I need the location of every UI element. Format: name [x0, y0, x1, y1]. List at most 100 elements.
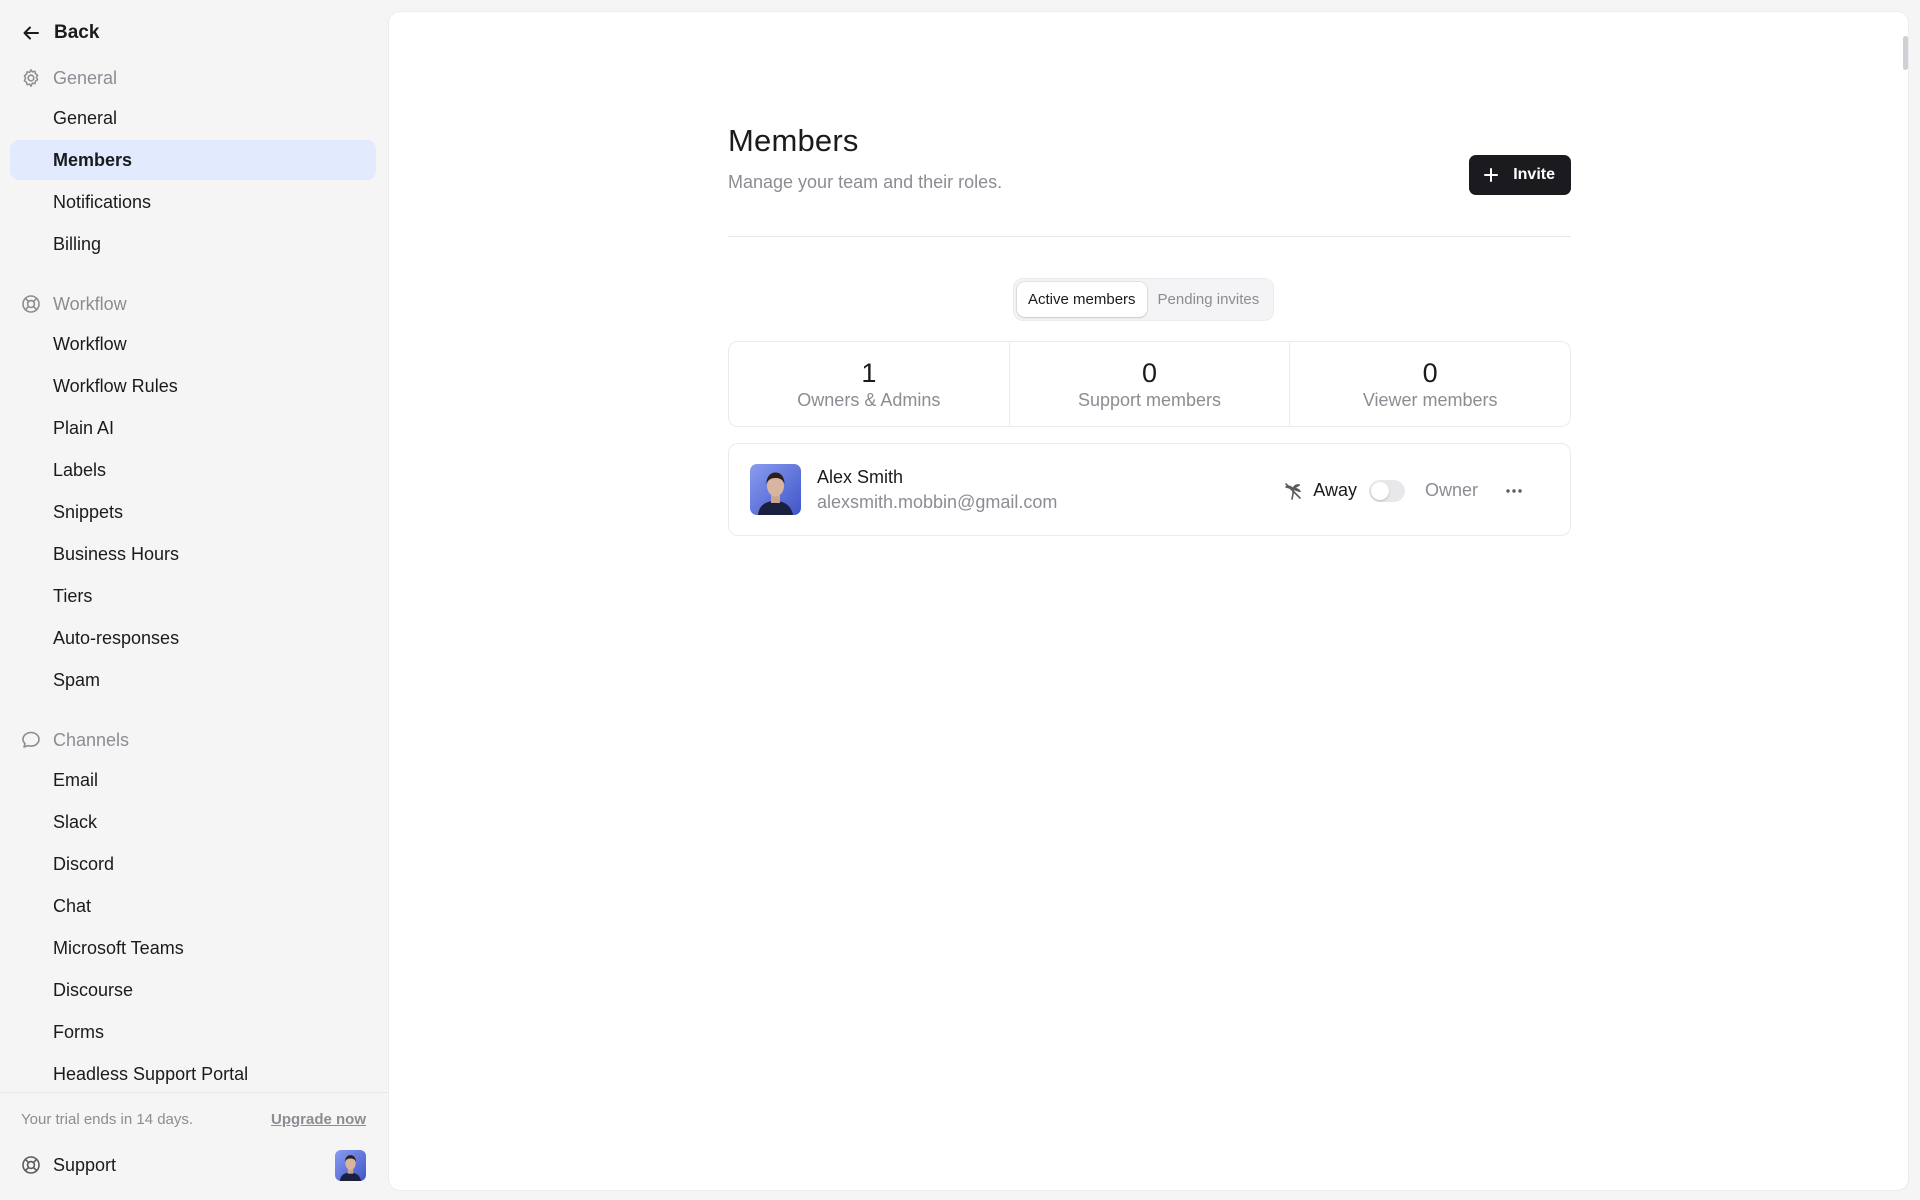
member-name: Alex Smith: [817, 466, 904, 487]
stat-value: 0: [1141, 357, 1158, 388]
role-selector[interactable]: Owner: [1425, 480, 1478, 501]
sidebar-item-workflow-rules[interactable]: Workflow Rules: [10, 366, 376, 406]
sidebar-item-label: Labels: [53, 459, 107, 480]
avatar-portrait-icon: [750, 464, 801, 515]
sidebar-item-label: Microsoft Teams: [53, 937, 184, 958]
sidebar-item-label: Workflow Rules: [53, 375, 178, 396]
invite-label: Invite: [1513, 166, 1555, 183]
stat-value: 1: [861, 357, 877, 388]
sidebar-item-notifications[interactable]: Notifications: [10, 182, 376, 222]
stat-label: Owners & Admins: [797, 389, 941, 410]
arrow-left-icon: [23, 26, 39, 40]
chat-bubble-icon: [22, 731, 40, 748]
toggle-knob: [1370, 481, 1389, 500]
sidebar-item-members[interactable]: Members: [10, 140, 376, 180]
group-title: General: [53, 67, 118, 88]
palm-tree-icon: [1285, 482, 1302, 500]
stat-owners-admins: 1 Owners & Admins: [729, 342, 1009, 426]
group-head-workflow: Workflow: [0, 288, 388, 320]
sidebar-item-label: Headless Support Portal: [53, 1063, 249, 1084]
gear-icon: [23, 69, 39, 87]
group-head-channels: Channels: [0, 724, 388, 756]
trial-text: Your trial ends in 14 days.: [21, 1110, 194, 1128]
sidebar-item-spam[interactable]: Spam: [10, 660, 376, 700]
back-button[interactable]: Back: [0, 22, 388, 44]
lifebuoy-icon: [22, 295, 40, 313]
sidebar-item-slack[interactable]: Slack: [10, 802, 376, 842]
sidebar-item-discord[interactable]: Discord: [10, 844, 376, 884]
main-panel: Members Manage your team and their roles…: [388, 11, 1909, 1191]
sidebar-item-plain-ai[interactable]: Plain AI: [10, 408, 376, 448]
sidebar-item-billing[interactable]: Billing: [10, 224, 376, 264]
support-label: Support: [53, 1154, 117, 1175]
member-stats: 1 Owners & Admins 0 Support members 0 Vi…: [728, 341, 1571, 427]
member-email: alexsmith.mobbin@gmail.com: [817, 491, 1058, 512]
member-info: Alex Smith alexsmith.mobbin@gmail.com: [817, 465, 1057, 515]
group-head-general: General: [0, 62, 388, 94]
member-tabs: Active members Pending invites: [1013, 278, 1275, 321]
stat-value: 0: [1422, 357, 1438, 388]
page-title: Members: [728, 123, 859, 158]
sidebar-item-label: Forms: [53, 1021, 104, 1042]
sidebar-item-label: Spam: [53, 669, 101, 690]
support-button[interactable]: Support: [21, 1155, 116, 1176]
more-options-button[interactable]: [1504, 481, 1524, 501]
sidebar-item-label: Discord: [53, 853, 115, 874]
support-row: Support: [0, 1145, 388, 1185]
sidebar-item-label: Tiers: [53, 585, 93, 606]
sidebar-item-label: Notifications: [53, 191, 152, 212]
sidebar-item-label: Discourse: [53, 979, 134, 1000]
trial-notice: Your trial ends in 14 days. Upgrade now: [0, 1093, 388, 1145]
avatar-portrait-icon: [335, 1149, 366, 1181]
sidebar-item-label: Billing: [53, 233, 102, 254]
sidebar-item-forms[interactable]: Forms: [10, 1012, 376, 1052]
sidebar-item-general[interactable]: General: [10, 98, 376, 138]
page-subtitle: Manage your team and their roles.: [728, 172, 1003, 192]
sidebar-footer: Your trial ends in 14 days. Upgrade now …: [0, 1092, 388, 1200]
lifebuoy-icon: [22, 1156, 40, 1174]
upgrade-now-link[interactable]: Upgrade now: [271, 1111, 366, 1128]
plus-icon: [1484, 168, 1499, 182]
invite-button[interactable]: Invite: [1469, 155, 1571, 195]
back-label: Back: [54, 22, 100, 43]
group-title: Workflow: [53, 293, 127, 314]
header-divider: [728, 236, 1571, 237]
member-avatar: [750, 464, 801, 515]
stat-label: Viewer members: [1362, 389, 1498, 410]
sidebar-item-snippets[interactable]: Snippets: [10, 492, 376, 532]
stat-viewer-members: 0 Viewer members: [1289, 342, 1570, 426]
sidebar-item-headless-support-portal[interactable]: Headless Support Portal: [10, 1054, 376, 1092]
user-avatar[interactable]: [335, 1149, 366, 1181]
group-title: Channels: [53, 729, 130, 750]
sidebar-item-label: Slack: [53, 811, 98, 832]
sidebar-item-label: Plain AI: [53, 417, 115, 438]
sidebar-item-auto-responses[interactable]: Auto-responses: [10, 618, 376, 658]
sidebar-item-label: Members: [53, 149, 133, 170]
sidebar-item-workflow[interactable]: Workflow: [10, 324, 376, 364]
away-label: Away: [1313, 480, 1357, 500]
member-controls: Away Owner: [1283, 444, 1524, 537]
settings-sidebar: Back General General Members Notificatio…: [0, 0, 388, 1200]
sidebar-item-microsoft-teams[interactable]: Microsoft Teams: [10, 928, 376, 968]
away-toggle[interactable]: [1368, 479, 1405, 502]
sidebar-item-tiers[interactable]: Tiers: [10, 576, 376, 616]
more-horizontal-icon: [1506, 488, 1522, 493]
sidebar-nav[interactable]: Back General General Members Notificatio…: [0, 0, 388, 1092]
sidebar-item-label: Snippets: [53, 501, 124, 522]
sidebar-item-label: General: [53, 107, 118, 128]
tab-active-members[interactable]: Active members: [1017, 282, 1147, 317]
member-row: Alex Smith alexsmith.mobbin@gmail.com Aw…: [728, 443, 1571, 536]
sidebar-item-label: Workflow: [53, 333, 127, 354]
sidebar-item-business-hours[interactable]: Business Hours: [10, 534, 376, 574]
sidebar-item-email[interactable]: Email: [10, 760, 376, 800]
sidebar-item-label: Email: [53, 769, 99, 790]
sidebar-item-label: Business Hours: [53, 543, 180, 564]
sidebar-item-label: Chat: [53, 895, 92, 916]
sidebar-item-labels[interactable]: Labels: [10, 450, 376, 490]
sidebar-item-chat[interactable]: Chat: [10, 886, 376, 926]
stat-support-members: 0 Support members: [1008, 342, 1290, 426]
stat-label: Support members: [1077, 389, 1222, 410]
sidebar-item-discourse[interactable]: Discourse: [10, 970, 376, 1010]
scrollbar[interactable]: [1903, 36, 1908, 70]
tab-pending-invites[interactable]: Pending invites: [1147, 282, 1271, 317]
